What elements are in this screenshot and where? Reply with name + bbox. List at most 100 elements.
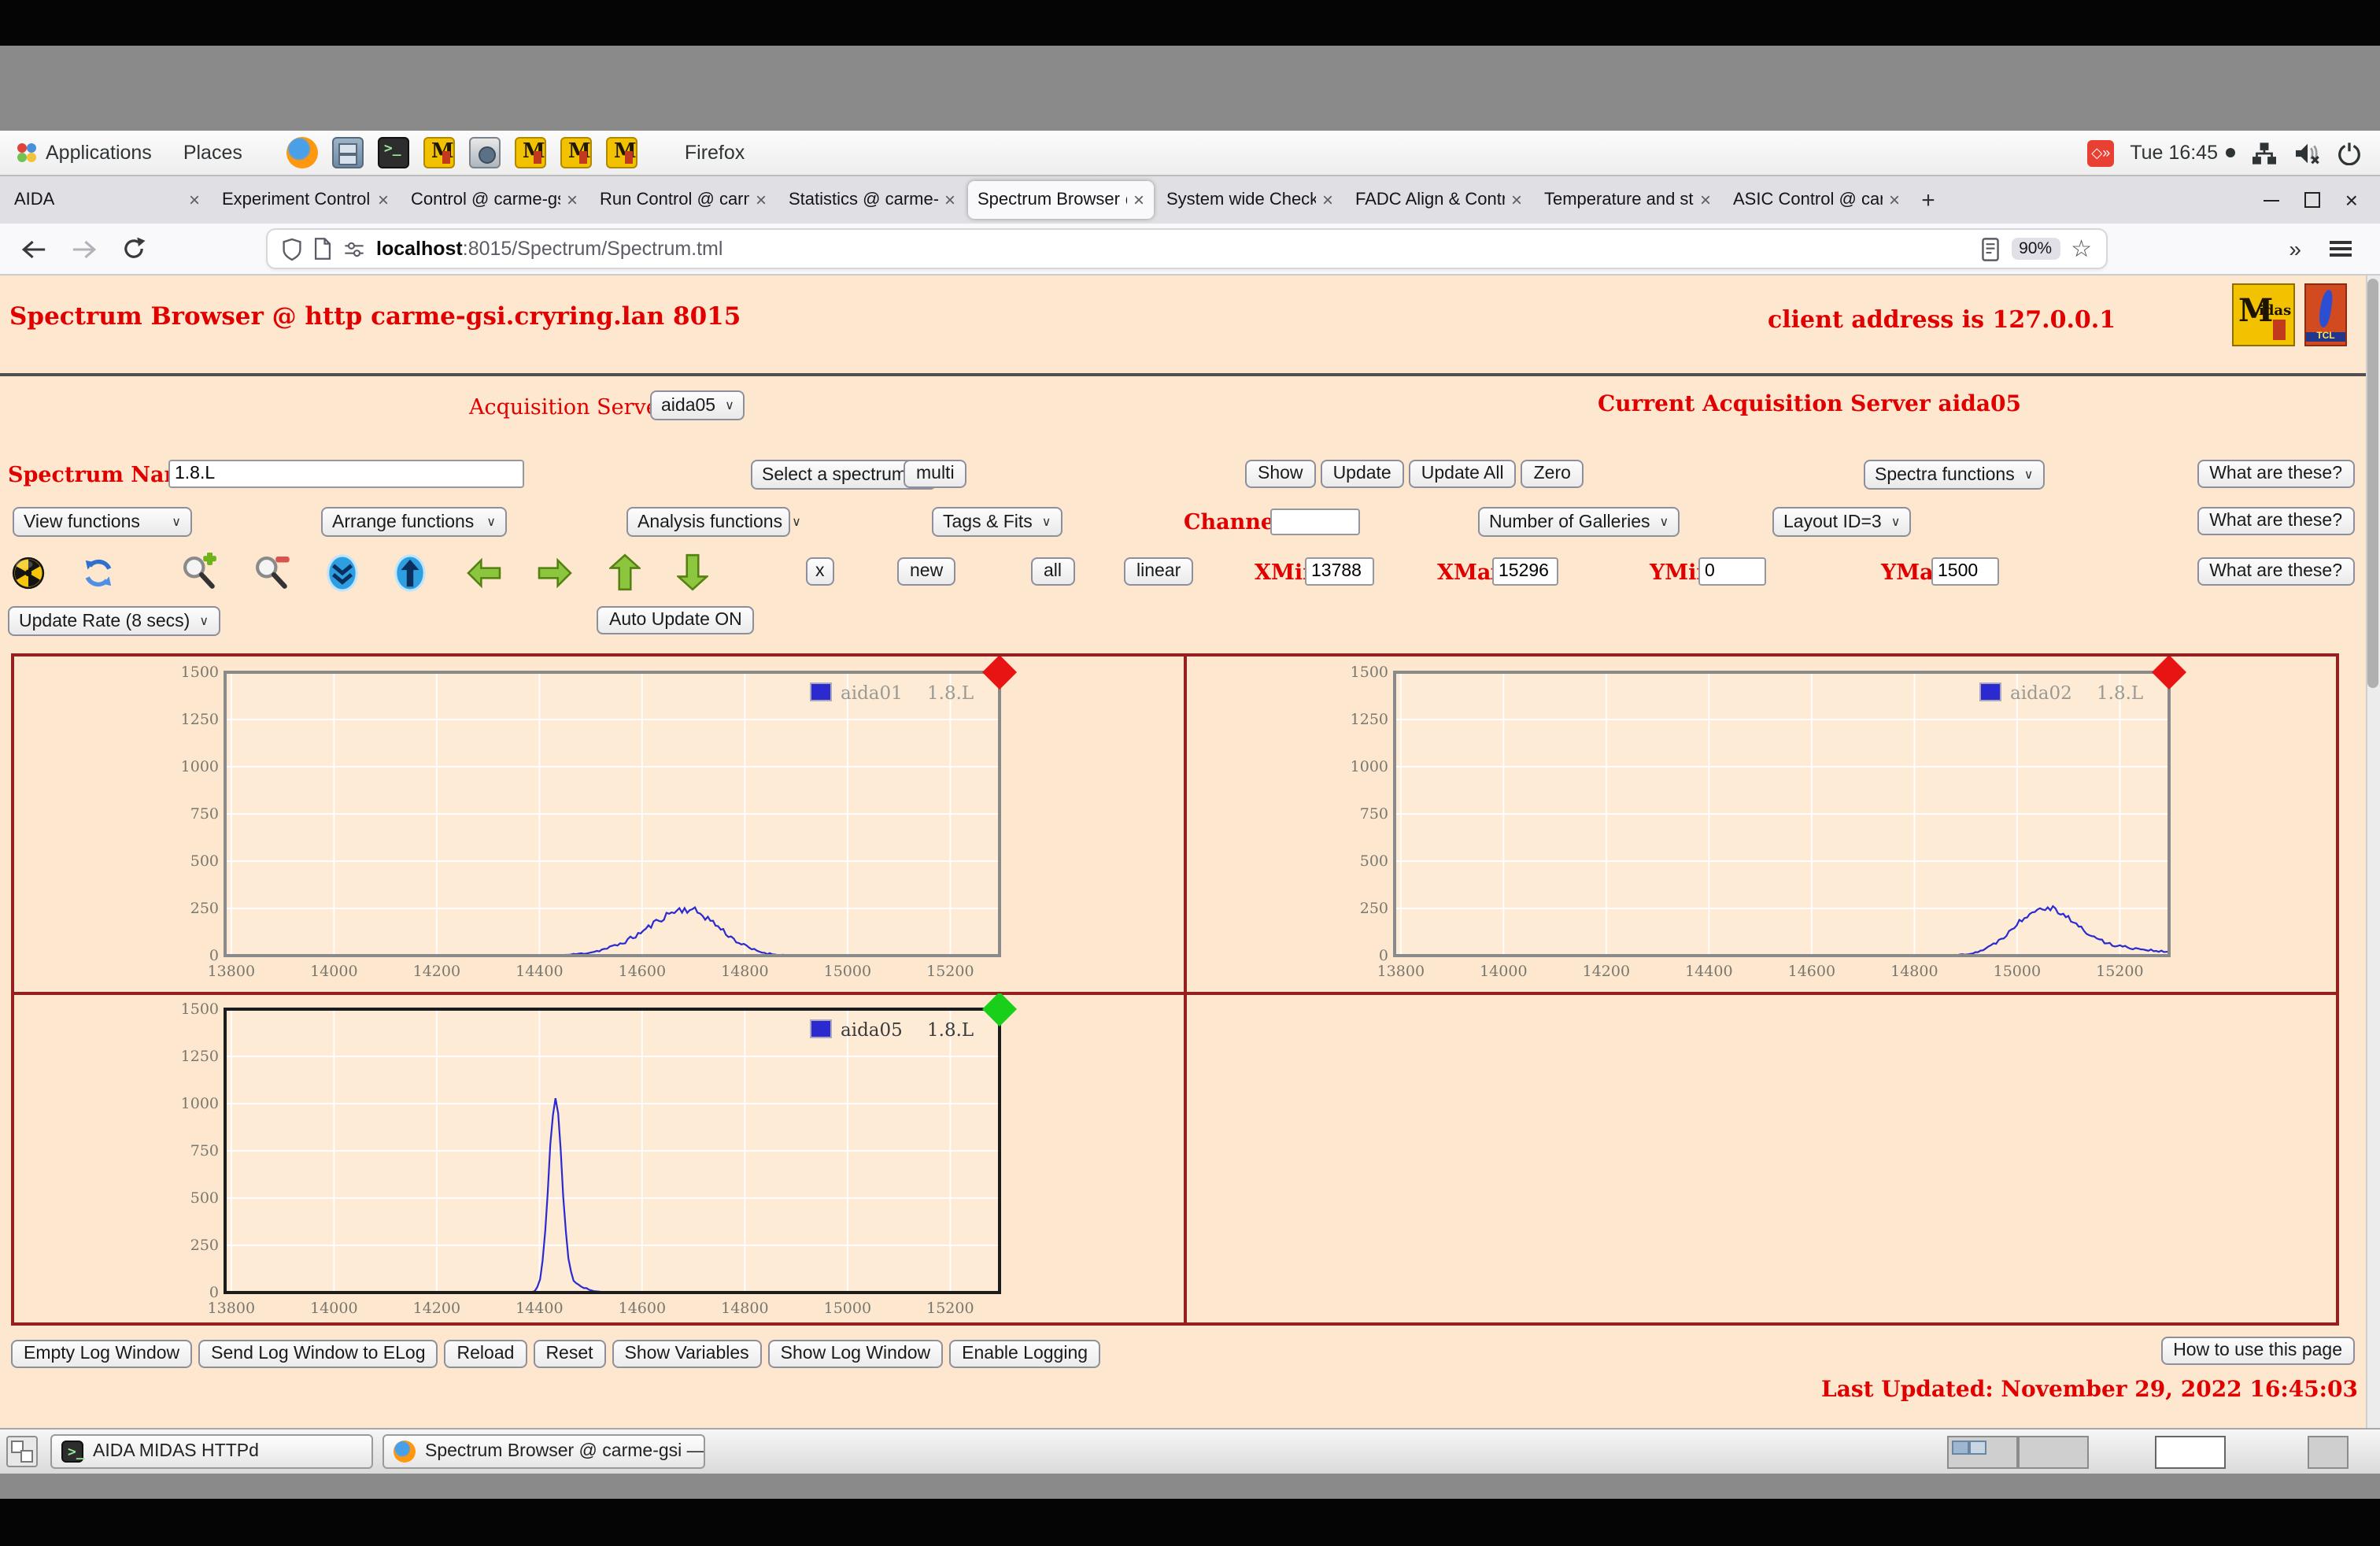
tab-fadc-align-contro[interactable]: FADC Align & Contro× [1346, 181, 1532, 219]
tab-close-icon[interactable]: × [944, 189, 955, 211]
workspace-4[interactable] [2308, 1435, 2349, 1468]
app-menu-button[interactable] [2330, 236, 2352, 261]
url-text[interactable]: localhost:8015/Spectrum/Spectrum.tml [376, 238, 722, 260]
network-icon[interactable] [2251, 141, 2278, 165]
page-scrollbar-thumb[interactable] [2367, 279, 2378, 688]
show-button[interactable]: Show [1245, 460, 1316, 488]
view-functions-select[interactable]: View functions∨ [13, 507, 192, 537]
what-are-these-button-2[interactable]: What are these? [2197, 507, 2355, 535]
taskbar-item-spectrum-browser[interactable]: Spectrum Browser @ carme-gsi — ... [382, 1434, 705, 1469]
zoom-level-button[interactable]: 90% [2011, 238, 2060, 260]
taskbar-item-aida-midas-httpd[interactable]: AIDA MIDAS HTTPd [50, 1434, 373, 1469]
show-log-window-button[interactable]: Show Log Window [768, 1340, 944, 1368]
analysis-functions-select[interactable]: Analysis functions∨ [626, 507, 790, 537]
what-are-these-button-3[interactable]: What are these? [2197, 557, 2355, 586]
clock[interactable]: Tue 16:45 [2130, 142, 2235, 164]
tab-close-icon[interactable]: × [1322, 189, 1333, 211]
firefox-icon[interactable] [286, 137, 318, 168]
tab-asic-control-carm[interactable]: ASIC Control @ carm× [1724, 181, 1909, 219]
zoom-out-icon[interactable] [252, 553, 291, 600]
workspace-1[interactable] [1947, 1435, 2018, 1468]
notification-icon[interactable]: ◇» [2087, 139, 2114, 166]
move-left-icon[interactable] [466, 557, 502, 597]
expand-vertical-icon[interactable] [392, 553, 428, 601]
how-to-use-button[interactable]: How to use this page [2160, 1337, 2355, 1365]
reader-mode-icon[interactable] [1979, 237, 2000, 261]
collapse-vertical-icon[interactable] [324, 553, 360, 601]
zoom-in-icon[interactable] [179, 553, 219, 600]
new-tab-button[interactable]: + [1911, 187, 1946, 213]
bookmark-star-icon[interactable]: ☆ [2071, 237, 2092, 261]
x-button[interactable]: x [806, 557, 834, 586]
tab-close-icon[interactable]: × [1889, 189, 1900, 211]
what-are-these-button-1[interactable]: What are these? [2197, 460, 2355, 488]
midas-icon[interactable] [423, 137, 455, 168]
reload-button[interactable] [116, 231, 151, 266]
acquisition-server-select[interactable]: aida05∨ [650, 390, 745, 420]
midas-icon[interactable] [606, 137, 638, 168]
chart-bottom-left[interactable]: 1380014000142001440014600148001500015200… [165, 993, 1023, 1318]
move-down-icon[interactable] [677, 551, 708, 601]
tab-close-icon[interactable]: × [1133, 189, 1144, 211]
window-maximize-button[interactable] [2304, 192, 2320, 208]
chart-top-left[interactable]: 1380014000142001440014600148001500015200… [165, 656, 1023, 981]
midas-icon[interactable] [515, 137, 546, 168]
auto-update-button[interactable]: Auto Update ON [597, 606, 755, 634]
show-variables-button[interactable]: Show Variables [612, 1340, 762, 1368]
move-up-icon[interactable] [609, 551, 641, 601]
power-icon[interactable] [2338, 141, 2361, 165]
screenshot-icon[interactable] [469, 137, 501, 168]
tab-experiment-control[interactable]: Experiment Control @× [213, 181, 398, 219]
reload-button[interactable]: Reload [445, 1340, 527, 1368]
ymax-input[interactable] [1931, 557, 1999, 586]
spectra-functions-select[interactable]: Spectra functions∨ [1864, 460, 2044, 490]
linear-button[interactable]: linear [1124, 557, 1193, 586]
active-app-menu[interactable]: Firefox [669, 142, 760, 164]
volume-muted-icon[interactable] [2293, 141, 2322, 165]
new-button[interactable]: new [897, 557, 955, 586]
tab-statistics-carme-g[interactable]: Statistics @ carme-g× [779, 181, 965, 219]
tags-fits-select[interactable]: Tags & Fits∨ [932, 507, 1062, 537]
move-right-icon[interactable] [537, 557, 573, 597]
arrange-functions-select[interactable]: Arrange functions∨ [321, 507, 507, 537]
window-minimize-button[interactable] [2264, 199, 2279, 201]
permissions-icon[interactable] [343, 239, 365, 259]
xmin-input[interactable] [1305, 557, 1374, 586]
refresh-icon[interactable] [80, 556, 116, 598]
workspace-2[interactable] [2018, 1435, 2089, 1468]
channel-input[interactable] [1270, 509, 1360, 535]
tab-temperature-and-stat[interactable]: Temperature and stat× [1535, 181, 1720, 219]
tab-close-icon[interactable]: × [567, 189, 578, 211]
update-button[interactable]: Update [1321, 460, 1404, 488]
reset-button[interactable]: Reset [533, 1340, 605, 1368]
chart-top-right[interactable]: 1380014000142001440014600148001500015200… [1335, 656, 2193, 981]
all-button[interactable]: all [1031, 557, 1074, 586]
zero-button[interactable]: Zero [1521, 460, 1584, 488]
url-bar[interactable]: localhost:8015/Spectrum/Spectrum.tml 90%… [268, 230, 2106, 268]
overflow-menu-button[interactable]: » [2289, 236, 2298, 261]
enable-logging-button[interactable]: Enable Logging [949, 1340, 1100, 1368]
tab-close-icon[interactable]: × [189, 189, 200, 211]
tab-system-wide-checks[interactable]: System wide Checks (× [1157, 181, 1343, 219]
tab-aida[interactable]: AIDA× [5, 181, 209, 219]
tab-close-icon[interactable]: × [378, 189, 389, 211]
applications-menu[interactable]: Applications [0, 142, 168, 164]
show-desktop-icon[interactable] [6, 1436, 38, 1467]
midas-icon[interactable] [560, 137, 592, 168]
ymin-input[interactable] [1698, 557, 1766, 586]
window-close-button[interactable]: × [2345, 189, 2358, 211]
file-manager-icon[interactable] [332, 137, 364, 168]
forward-button[interactable] [66, 231, 101, 266]
tab-spectrum-browser[interactable]: Spectrum Browser @× [968, 181, 1154, 219]
update-all-button[interactable]: Update All [1409, 460, 1517, 488]
spectrum-name-input[interactable] [168, 460, 524, 488]
tab-close-icon[interactable]: × [1700, 189, 1711, 211]
back-button[interactable] [16, 231, 50, 266]
update-rate-select[interactable]: Update Rate (8 secs)∨ [8, 606, 220, 636]
empty-log-window-button[interactable]: Empty Log Window [11, 1340, 192, 1368]
radiation-icon[interactable] [11, 556, 46, 598]
number-of-galleries-select[interactable]: Number of Galleries∨ [1478, 507, 1680, 537]
places-menu[interactable]: Places [168, 142, 258, 164]
layout-id-select[interactable]: Layout ID=3∨ [1772, 507, 1911, 537]
tab-close-icon[interactable]: × [756, 189, 767, 211]
